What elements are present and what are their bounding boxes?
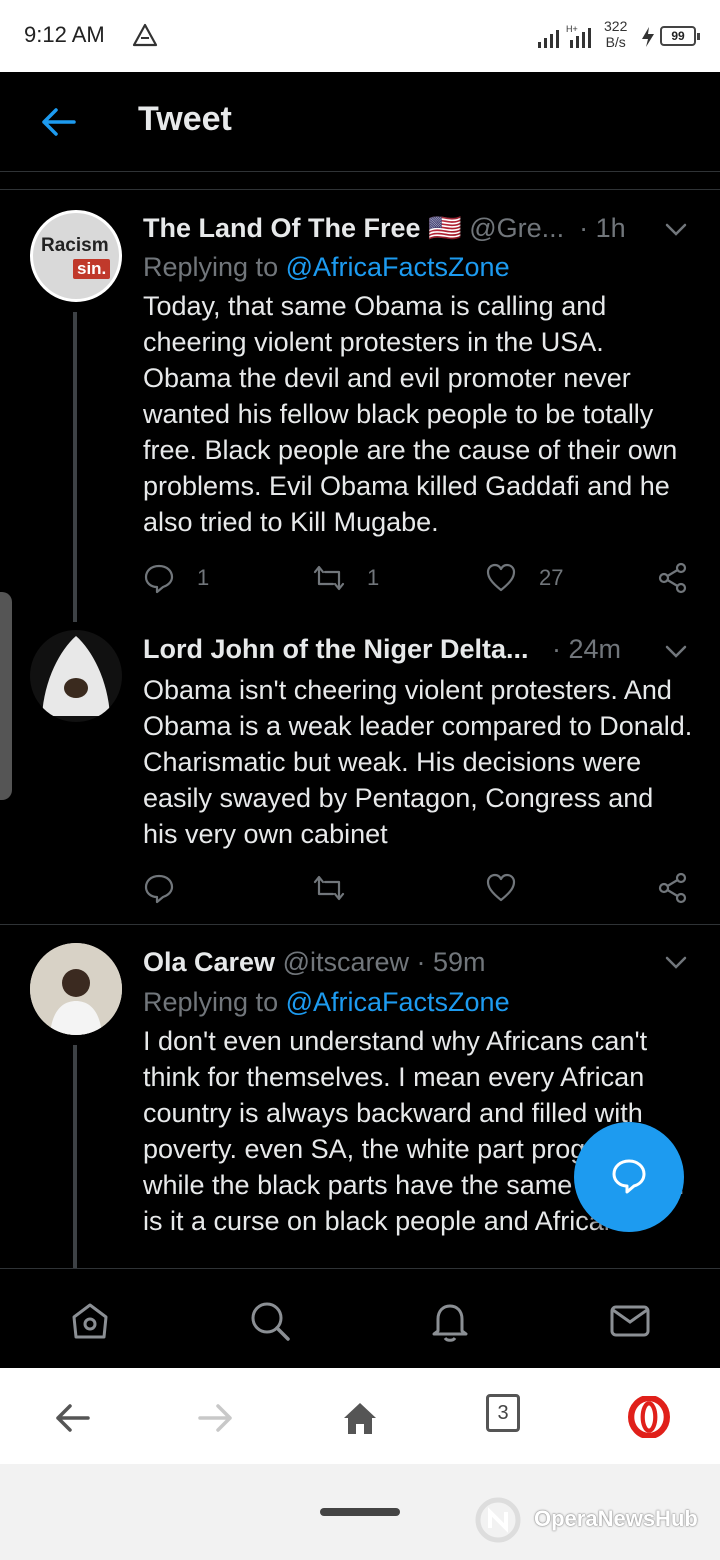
reply-button[interactable] [143, 870, 175, 906]
tweet-header: Ola Carew @itscarew · 59m [143, 947, 486, 978]
avatar[interactable] [30, 630, 122, 722]
tweet-actions [143, 870, 693, 910]
svg-text:H+: H+ [566, 24, 578, 34]
battery-indicator: 99 [660, 26, 700, 46]
display-name[interactable]: Ola Carew [143, 947, 275, 977]
back-arrow-icon[interactable] [38, 102, 78, 142]
signal-strength-icon: H+ [538, 24, 591, 48]
us-flag-icon: 🇺🇸 [428, 213, 462, 243]
tweet-time-wrap: · 24m [552, 634, 621, 665]
tweet-1[interactable]: Racism sin. The Land Of The Free 🇺🇸 @Gre… [0, 190, 720, 630]
alert-triangle-icon [132, 23, 158, 47]
tweet-2[interactable]: Lord John of the Niger Delta... · 24m Ob… [0, 630, 720, 924]
status-bar: 9:12 AM H+ 322 B/s 99 [0, 0, 720, 72]
avatar[interactable] [30, 943, 122, 1035]
bottom-nav [0, 1268, 720, 1368]
user-handle[interactable]: @itscarew [283, 947, 409, 977]
reply-count: 1 [197, 565, 210, 590]
gesture-bar: OperaNewsHub [0, 1464, 720, 1560]
tweet-header: The Land Of The Free 🇺🇸 @Gre... · 1h [143, 212, 626, 244]
thread-line [73, 1045, 77, 1268]
bell-icon[interactable] [428, 1299, 472, 1343]
retweet-count: 1 [367, 565, 380, 590]
share-icon [658, 562, 687, 594]
like-button[interactable]: 27 [485, 560, 563, 596]
mention-link[interactable]: @AfricaFactsZone [286, 252, 510, 282]
retweet-icon [313, 875, 345, 901]
share-button[interactable] [657, 870, 689, 906]
browser-back-icon[interactable] [52, 1398, 92, 1438]
heart-icon [486, 873, 516, 902]
chat-bubble-icon [612, 1159, 646, 1194]
tweet-text: Obama isn't cheering violent protesters.… [143, 675, 693, 849]
operanews-logo-icon [475, 1497, 521, 1543]
retweet-button[interactable] [313, 870, 345, 906]
tweet-time[interactable]: · 59m [417, 947, 486, 977]
compose-reply-button[interactable] [574, 1122, 684, 1232]
reply-icon [144, 874, 174, 904]
page-header: Tweet [0, 72, 720, 172]
browser-forward-icon[interactable] [196, 1398, 236, 1438]
status-time: 9:12 AM [24, 22, 105, 47]
previous-tweet-edge [0, 172, 720, 190]
mail-icon[interactable] [608, 1299, 652, 1343]
thread-line [73, 312, 77, 622]
home-icon[interactable] [68, 1299, 112, 1343]
mention-link[interactable]: @AfricaFactsZone [286, 987, 510, 1017]
replying-to: Replying to @AfricaFactsZone [143, 252, 510, 282]
share-icon [658, 872, 687, 904]
display-name[interactable]: The Land Of The Free [143, 213, 421, 243]
tweet-text: Today, that same Obama is calling and ch… [143, 291, 678, 537]
browser-toolbar: 3 [0, 1368, 720, 1464]
chevron-down-icon[interactable] [664, 955, 688, 971]
tabs-button[interactable]: 3 [486, 1394, 520, 1432]
reply-icon [144, 564, 174, 594]
replying-to: Replying to @AfricaFactsZone [143, 987, 510, 1017]
opera-menu-icon[interactable] [628, 1396, 670, 1438]
edge-panel-handle[interactable] [0, 592, 12, 800]
reply-button[interactable]: 1 [143, 560, 209, 596]
retweet-button[interactable]: 1 [313, 560, 379, 596]
heart-icon [486, 563, 516, 592]
tweet-time[interactable]: · 1h [579, 213, 626, 243]
tweet-time[interactable]: · 24m [552, 634, 621, 664]
search-icon[interactable] [248, 1299, 292, 1343]
tweet-actions: 1 1 27 [143, 560, 693, 600]
browser-home-icon[interactable] [340, 1398, 380, 1438]
chevron-down-icon[interactable] [664, 222, 688, 238]
share-button[interactable] [657, 560, 689, 596]
retweet-icon [313, 565, 345, 591]
avatar-image [42, 636, 110, 716]
like-button[interactable] [485, 870, 517, 906]
chevron-down-icon[interactable] [664, 644, 688, 660]
avatar[interactable]: Racism sin. [30, 210, 122, 302]
watermark: OperaNewsHub [468, 1490, 708, 1546]
charging-bolt-icon [642, 27, 654, 47]
tweet-header: Lord John of the Niger Delta... [143, 634, 529, 665]
avatar-image [30, 943, 122, 1035]
network-speed: 322 B/s [604, 18, 628, 50]
like-count: 27 [539, 565, 564, 590]
user-handle[interactable]: @Gre... [469, 213, 564, 243]
page-title: Tweet [138, 100, 232, 138]
home-indicator[interactable] [320, 1508, 400, 1516]
display-name[interactable]: Lord John of the Niger Delta... [143, 634, 529, 664]
